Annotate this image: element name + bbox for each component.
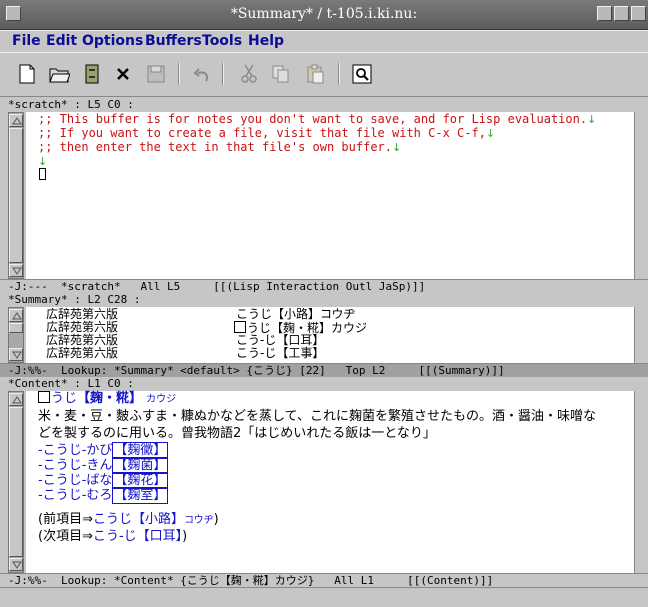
content-scroll-thumb[interactable] bbox=[9, 407, 23, 557]
headword-kanji: 【麹・糀】 bbox=[77, 391, 143, 406]
scratch-line: ;; then enter the text in that file's ow… bbox=[38, 140, 402, 154]
scratch-header: *scratch* : L5 C0 : bbox=[0, 98, 648, 112]
related-link[interactable]: -こうじ-むろ 【麹室】 bbox=[38, 487, 169, 504]
paste-icon[interactable] bbox=[302, 61, 328, 87]
prev-entry-link[interactable]: こうじ【小路】 bbox=[93, 512, 184, 527]
content-header: *Content* : L1 C0 : bbox=[0, 377, 648, 391]
scroll-down-arrow[interactable] bbox=[9, 558, 23, 571]
scratch-text-area[interactable]: ;; This buffer is for notes you don't wa… bbox=[26, 112, 634, 279]
minibuffer[interactable] bbox=[0, 587, 648, 607]
menu-file[interactable]: File bbox=[12, 33, 41, 49]
menu-help[interactable]: Help bbox=[248, 33, 284, 49]
close-window-button[interactable] bbox=[631, 6, 646, 21]
open-folder-icon[interactable] bbox=[46, 61, 72, 87]
dired-icon[interactable] bbox=[79, 61, 105, 87]
toolbar bbox=[0, 52, 648, 97]
menu-options[interactable]: Options bbox=[82, 33, 143, 49]
maximize-button[interactable] bbox=[614, 6, 629, 21]
summary-list[interactable]: 広辞苑第六版 こうじ【小路】コウヂ 広辞苑第六版 うじ【麹・糀】カウジ 広辞苑第… bbox=[26, 307, 634, 363]
scratch-scroll-thumb[interactable] bbox=[9, 128, 23, 263]
summary-entry[interactable]: こうじ【小路】コウヂ bbox=[236, 308, 356, 321]
close-x-icon[interactable] bbox=[110, 61, 136, 87]
summary-modeline[interactable]: -J:%%- Lookup: *Summary* <default> {こうじ}… bbox=[0, 363, 648, 377]
summary-entry[interactable]: こう-じ【工事】 bbox=[236, 347, 324, 360]
scroll-down-arrow[interactable] bbox=[9, 264, 23, 277]
undo-icon[interactable] bbox=[188, 61, 214, 87]
scratch-pane: ;; This buffer is for notes you don't wa… bbox=[0, 112, 648, 279]
scroll-up-arrow[interactable] bbox=[9, 114, 23, 127]
search-icon[interactable] bbox=[349, 61, 375, 87]
summary-header: *Summary* : L2 C28 : bbox=[0, 293, 648, 307]
new-file-icon[interactable] bbox=[14, 61, 40, 87]
next-entry-line: (次項目⇒こう-じ【口耳】) bbox=[38, 529, 188, 544]
menu-edit[interactable]: Edit bbox=[46, 33, 77, 49]
prev-entry-line: (前項目⇒こうじ【小路】コウヂ) bbox=[38, 512, 219, 527]
minimize-button[interactable] bbox=[597, 6, 612, 21]
scroll-up-arrow[interactable] bbox=[9, 309, 23, 322]
next-entry-link[interactable]: こう-じ【口耳】 bbox=[93, 529, 182, 544]
window-title: *Summary* / t-105.i.ki.nu: bbox=[230, 6, 418, 22]
content-text-area[interactable]: うじ【麹・糀】 カウジ 米・麦・豆・麬ふすま・糠ぬかなどを蒸して、これに麹菌を繁… bbox=[26, 391, 634, 573]
cursor-box-icon bbox=[38, 391, 50, 403]
text-cursor bbox=[39, 168, 46, 180]
cursor-box-icon bbox=[234, 321, 246, 333]
menu-buffers[interactable]: Buffers bbox=[145, 33, 202, 49]
scratch-line: ;; This buffer is for notes you don't wa… bbox=[38, 112, 597, 126]
content-body-line: どを製するのに用いる。曾我物語2「はじめいれたる飯は一となり」 bbox=[38, 426, 436, 441]
summary-scroll-thumb[interactable] bbox=[9, 323, 23, 333]
summary-scrollbar[interactable] bbox=[8, 307, 24, 363]
menu-tools[interactable]: Tools bbox=[202, 33, 242, 49]
content-scrollbar[interactable] bbox=[8, 391, 24, 573]
scroll-up-arrow[interactable] bbox=[9, 393, 23, 406]
headword: うじ bbox=[51, 391, 78, 406]
copy-icon[interactable] bbox=[268, 61, 294, 87]
scratch-modeline[interactable]: -J:--- *scratch* All L5 [[(Lisp Interact… bbox=[0, 279, 648, 293]
headword-reading: カウジ bbox=[146, 394, 177, 405]
scratch-scrollbar[interactable] bbox=[8, 112, 24, 279]
title-bar: *Summary* / t-105.i.ki.nu: bbox=[0, 0, 648, 30]
scroll-down-arrow[interactable] bbox=[9, 348, 23, 361]
summary-pane: 広辞苑第六版 こうじ【小路】コウヂ 広辞苑第六版 うじ【麹・糀】カウジ 広辞苑第… bbox=[0, 307, 648, 363]
save-icon[interactable] bbox=[143, 61, 169, 87]
cut-icon[interactable] bbox=[236, 61, 262, 87]
content-body-line: 米・麦・豆・麬ふすま・糠ぬかなどを蒸して、これに麹菌を繁殖させたもの。酒・醤油・… bbox=[38, 409, 596, 424]
content-headword-line: うじ【麹・糀】 カウジ bbox=[38, 391, 176, 408]
content-modeline[interactable]: -J:%%- Lookup: *Content* {こうじ【麹・糀】カウジ} A… bbox=[0, 573, 648, 587]
content-pane: うじ【麹・糀】 カウジ 米・麦・豆・麬ふすま・糠ぬかなどを蒸して、これに麹菌を繁… bbox=[0, 391, 648, 573]
newline-marker: ↓ bbox=[38, 155, 48, 168]
summary-dict: 広辞苑第六版 bbox=[46, 346, 119, 360]
scratch-line: ;; If you want to create a file, visit t… bbox=[38, 126, 496, 140]
menu-bar: File Edit Options Buffers Tools Help bbox=[0, 30, 648, 52]
